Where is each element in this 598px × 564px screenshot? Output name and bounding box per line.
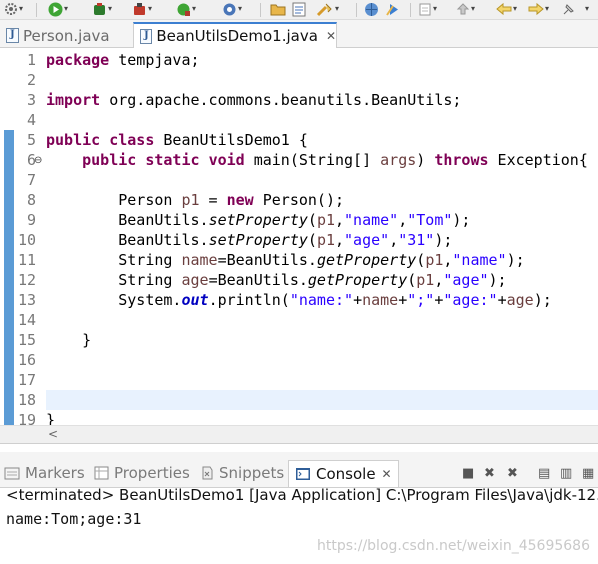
clear-console-icon[interactable]: ▤ [538, 466, 550, 481]
new-class-icon[interactable] [292, 0, 306, 18]
pin-console-icon[interactable]: ▦ [582, 466, 594, 481]
code-line: BeanUtils.setProperty(p1,"name","Tom"); [46, 211, 471, 229]
tab-beanutilsdemo1-java[interactable]: J BeanUtilsDemo1.java ✕ [133, 22, 337, 48]
search-icon[interactable]: ▾ [316, 0, 339, 18]
toolbar-overflow-icon[interactable]: ▾ [584, 0, 589, 18]
line-number: 9 [26, 211, 36, 229]
line-number: 11 [17, 251, 36, 269]
line-number: 10 [17, 231, 36, 249]
line-number: 6 [26, 151, 36, 169]
remove-all-terminated-icon[interactable]: ✖ [507, 466, 518, 481]
new-package-icon[interactable]: ▾ [222, 0, 242, 18]
java-file-icon: J [140, 28, 153, 44]
history-back-icon[interactable]: ▾ [496, 0, 517, 18]
terminate-icon[interactable]: ■ [462, 466, 474, 481]
code-line: BeanUtils.setProperty(p1,"age","31"); [46, 231, 453, 249]
remove-launch-icon[interactable]: ✖ [484, 466, 495, 481]
line-number: 2 [26, 71, 36, 89]
change-ruler [4, 130, 14, 425]
code-line: package tempjava; [46, 51, 200, 69]
tab-label: BeanUtilsDemo1.java [156, 27, 318, 45]
settings-gear-icon[interactable]: ▾ [4, 0, 23, 18]
line-number: 4 [26, 111, 36, 129]
main-toolbar: ▾ ▾ ▾ ▾ ▾ ▾ ▾ ▾ ▾ ▾ ▾ ▾ [0, 0, 598, 20]
coverage-icon[interactable]: ▾ [132, 0, 152, 18]
current-line-highlight [46, 390, 598, 410]
tab-console[interactable]: Console ✕ [288, 460, 399, 487]
code-line: import org.apache.commons.beanutils.Bean… [46, 91, 462, 109]
tab-label: Properties [114, 464, 190, 482]
code-editor[interactable]: 1 2 3 4 5 6 7 8 9 10 11 12 13 14 15 16 1… [0, 49, 598, 425]
back-icon[interactable]: ▾ [418, 0, 437, 18]
line-number: 13 [17, 291, 36, 309]
external-tools-icon[interactable]: ▾ [176, 0, 196, 18]
tab-label: Markers [25, 464, 85, 482]
watermark-text: https://blog.csdn.net/weixin_45695686 [316, 538, 590, 554]
editor-tab-bar: J Person.java J BeanUtilsDemo1.java ✕ [0, 20, 598, 48]
next-annotation-icon[interactable] [364, 0, 379, 18]
line-number: 14 [17, 311, 36, 329]
tab-snippets[interactable]: Snippets [200, 460, 284, 486]
code-line: String name=BeanUtils.getProperty(p1,"na… [46, 251, 525, 269]
console-icon [296, 468, 310, 480]
code-line: Person p1 = new Person(); [46, 191, 345, 209]
tab-person-java[interactable]: J Person.java [6, 23, 110, 48]
prev-annotation-icon[interactable] [386, 0, 402, 18]
history-forward-icon[interactable]: ▾ [528, 0, 549, 18]
console-panel: Markers Properties Snippets Console ✕ ■ … [0, 443, 598, 564]
line-number: 5 [26, 131, 36, 149]
line-number: 17 [17, 371, 36, 389]
line-number: 15 [17, 331, 36, 349]
properties-icon [94, 466, 109, 480]
code-line: public class BeanUtilsDemo1 { [46, 131, 308, 149]
fold-toggle-icon[interactable]: ⊖ [34, 155, 42, 166]
console-status-text: <terminated> BeanUtilsDemo1 [Java Applic… [6, 486, 598, 504]
line-number: 19 [17, 411, 36, 425]
java-file-icon: J [6, 28, 19, 43]
scroll-left-icon[interactable]: < [48, 427, 58, 441]
tab-markers[interactable]: Markers [4, 460, 85, 486]
forward-icon[interactable]: ▾ [456, 0, 475, 18]
run-icon[interactable]: ▾ [48, 0, 68, 18]
line-number: 7 [26, 171, 36, 189]
tab-label: Person.java [23, 26, 110, 45]
code-line: } [46, 411, 56, 425]
open-type-icon[interactable] [270, 0, 286, 18]
code-line: } [46, 331, 92, 349]
code-line: String age=BeanUtils.getProperty(p1,"age… [46, 271, 507, 289]
close-icon[interactable]: ✕ [382, 467, 392, 481]
markers-icon [4, 467, 20, 480]
line-number: 8 [26, 191, 36, 209]
tab-properties[interactable]: Properties [94, 460, 190, 486]
horizontal-scrollbar[interactable]: < [0, 425, 598, 443]
console-output: name:Tom;age:31 [6, 510, 142, 528]
tab-label: Snippets [219, 464, 285, 482]
code-line: System.out.println("name:"+name+";"+"age… [46, 291, 552, 309]
line-number: 18 [17, 391, 36, 409]
code-line: public static void main(String[] args) t… [82, 151, 588, 169]
line-number: 16 [17, 351, 36, 369]
panel-tab-bar: Markers Properties Snippets Console ✕ ■ … [0, 452, 598, 488]
line-number: 12 [17, 271, 36, 289]
debug-icon[interactable]: ▾ [92, 0, 112, 18]
scroll-lock-icon[interactable]: ▥ [560, 466, 572, 481]
close-icon[interactable]: ✕ [326, 29, 336, 43]
tab-label: Console [316, 465, 376, 483]
pin-icon[interactable] [562, 0, 576, 18]
line-number: 3 [26, 91, 36, 109]
line-number: 1 [26, 51, 36, 69]
snippets-icon [202, 466, 213, 480]
